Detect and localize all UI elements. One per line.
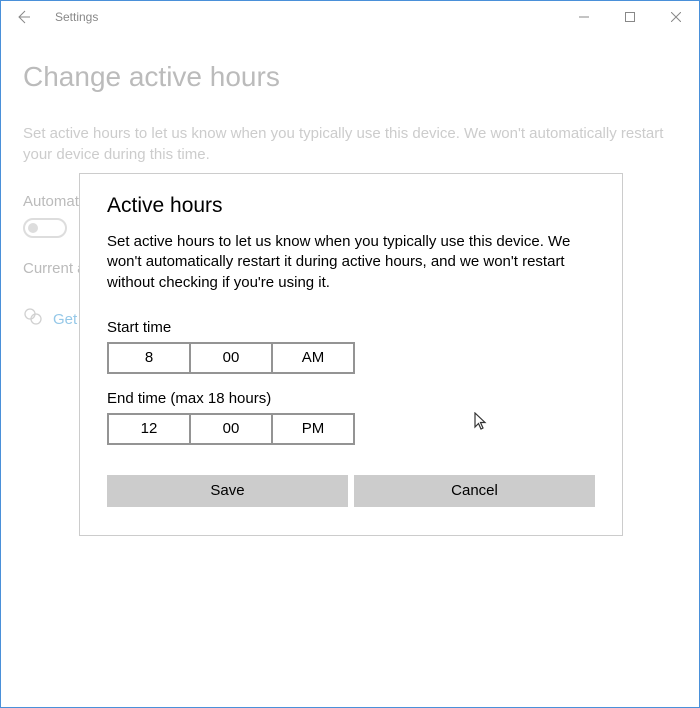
save-button[interactable]: Save	[107, 475, 348, 507]
dialog-title: Active hours	[107, 194, 595, 218]
cancel-button[interactable]: Cancel	[354, 475, 595, 507]
app-title: Settings	[55, 10, 98, 24]
start-minute[interactable]: 00	[191, 342, 273, 374]
page-title: Change active hours	[23, 61, 677, 93]
minimize-button[interactable]	[561, 1, 607, 33]
end-hour[interactable]: 12	[107, 413, 191, 445]
back-arrow-icon	[15, 9, 31, 25]
maximize-icon	[625, 12, 635, 22]
end-time-picker: 12 00 PM	[107, 413, 355, 445]
start-period[interactable]: AM	[273, 342, 355, 374]
end-time-label: End time (max 18 hours)	[107, 390, 595, 407]
window-controls	[561, 1, 699, 33]
start-time-picker: 8 00 AM	[107, 342, 355, 374]
get-help-link[interactable]: Get	[53, 311, 77, 328]
active-hours-dialog: Active hours Set active hours to let us …	[79, 173, 623, 536]
help-icon	[23, 307, 43, 332]
dialog-description: Set active hours to let us know when you…	[107, 232, 595, 293]
end-period[interactable]: PM	[273, 413, 355, 445]
toggle-knob	[28, 223, 38, 233]
close-icon	[671, 12, 681, 22]
titlebar: Settings	[1, 1, 699, 33]
end-minute[interactable]: 00	[191, 413, 273, 445]
dialog-buttons: Save Cancel	[107, 475, 595, 507]
close-button[interactable]	[653, 1, 699, 33]
minimize-icon	[579, 12, 589, 22]
maximize-button[interactable]	[607, 1, 653, 33]
back-button[interactable]	[1, 1, 45, 33]
start-hour[interactable]: 8	[107, 342, 191, 374]
auto-adjust-toggle[interactable]	[23, 218, 67, 238]
start-time-label: Start time	[107, 319, 595, 336]
page-description: Set active hours to let us know when you…	[23, 123, 677, 165]
